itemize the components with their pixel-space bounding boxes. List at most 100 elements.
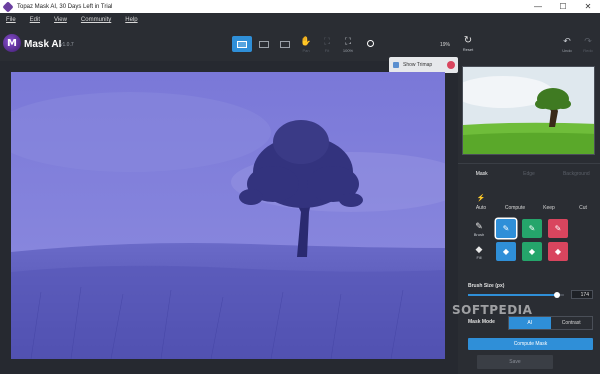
reset-icon: ↻ [463, 35, 473, 46]
right-panel: Mask Edge Background ⚡ Auto Compute Keep… [458, 61, 600, 374]
fill-tool[interactable]: ◆ Fill [468, 244, 490, 260]
hand-icon: ✋ [300, 36, 312, 46]
trimap-label: Show Trimap [403, 62, 433, 68]
app-version: v1.0.7 [60, 42, 74, 48]
mode-cut-label: Cut [579, 205, 587, 211]
redo-button[interactable]: ↷ Redo [580, 35, 596, 57]
undo-icon: ↶ [563, 36, 571, 46]
mask-mode-label: Mask Mode [468, 319, 495, 325]
cut-fill-swatch[interactable]: ◆ [548, 242, 568, 261]
fill-bucket-icon: ◆ [554, 247, 562, 256]
brush-size-fill [468, 294, 558, 296]
fill-row: ◆ Fill ◆ ◆ ◆ [468, 242, 568, 261]
side-by-side-view-button[interactable] [275, 36, 295, 52]
redo-label: Redo [583, 48, 593, 53]
reset-button[interactable]: ↻ Reset [461, 35, 475, 52]
window-title: Topaz Mask AI, 30 Days Left in Trial [17, 3, 113, 10]
keep-fill-swatch[interactable]: ◆ [522, 242, 542, 261]
menu-view[interactable]: View [54, 17, 67, 23]
app-brand: Mask AI [24, 39, 62, 50]
maximize-button[interactable]: ☐ [551, 0, 575, 13]
undo-label: Undo [562, 48, 572, 53]
preview-thumbnail[interactable] [462, 66, 595, 155]
minimize-button[interactable]: — [526, 0, 550, 13]
split-view-icon [259, 40, 269, 48]
side-by-side-icon [280, 40, 290, 48]
reset-label: Reset [462, 47, 474, 52]
auto-icon: ⚡ [476, 195, 486, 202]
brush-icon: ✎ [475, 220, 483, 231]
preview-image [463, 67, 594, 154]
brush-row: ✎ Brush ✎ ✎ ✎ [468, 219, 568, 238]
menu-file[interactable]: File [6, 17, 16, 23]
tab-mask[interactable]: Mask [458, 171, 505, 185]
mode-keep-label: Keep [543, 205, 555, 211]
mask-modes: ⚡ Auto Compute Keep Cut [470, 194, 594, 211]
pan-label: Pan [302, 48, 310, 53]
title-bar: Topaz Mask AI, 30 Days Left in Trial — ☐… [0, 0, 600, 13]
fill-bucket-icon: ◆ [502, 247, 510, 256]
brush-icon: ✎ [554, 224, 562, 233]
mode-auto-label: Auto [475, 205, 487, 211]
split-view-button[interactable] [254, 36, 274, 52]
cut-brush-swatch[interactable]: ✎ [548, 219, 568, 238]
single-view-button[interactable] [232, 36, 252, 52]
masked-image-canvas[interactable] [11, 72, 445, 359]
keep-brush-swatch[interactable]: ✎ [522, 219, 542, 238]
panel-tabs: Mask Edge Background [458, 171, 600, 185]
mask-ai-logo-icon: M [3, 34, 21, 52]
tab-edge[interactable]: Edge [505, 171, 552, 185]
redo-icon: ↷ [584, 36, 592, 46]
mode-cut[interactable]: Cut [572, 194, 594, 211]
tab-background[interactable]: Background [553, 171, 600, 185]
menu-help[interactable]: Help [125, 17, 137, 23]
menu-bar: File Edit View Community Help [0, 13, 600, 27]
panel-divider [458, 163, 600, 164]
fit-icon: ⛶ [323, 36, 331, 46]
mask-mode-toggle: AI Contrast [508, 316, 593, 330]
close-button[interactable]: ✕ [576, 0, 600, 13]
compute-brush-swatch[interactable]: ✎ [496, 219, 516, 238]
menu-edit[interactable]: Edit [30, 17, 40, 23]
mode-compute-label: Compute [504, 205, 526, 211]
brush-icon: ✎ [502, 224, 510, 233]
brush-grid: ✎ Brush ✎ ✎ ✎ ◆ Fill ◆ ◆ ◆ [468, 219, 568, 265]
app-window: Topaz Mask AI, 30 Days Left in Trial — ☐… [0, 0, 600, 374]
fit-label: Fit [324, 48, 330, 53]
zoom-100-tool[interactable]: ⛶ 100% [340, 35, 356, 57]
save-button[interactable]: Save [477, 355, 553, 369]
brush-size-slider[interactable] [468, 292, 564, 298]
mask-mode-ai[interactable]: AI [509, 317, 551, 329]
app-icon [2, 0, 14, 13]
single-view-icon [237, 40, 247, 48]
brush-label: Brush [473, 231, 485, 237]
fill-label: Fill [476, 254, 482, 260]
compute-mask-button[interactable]: Compute Mask [468, 338, 593, 350]
mode-auto[interactable]: ⚡ Auto [470, 194, 492, 211]
mode-compute[interactable]: Compute [504, 194, 526, 211]
brush-size-handle[interactable] [554, 292, 561, 298]
trimap-checkbox[interactable] [393, 62, 399, 68]
tree-landscape-image [11, 72, 445, 359]
undo-button[interactable]: ↶ Undo [559, 35, 575, 57]
menu-community[interactable]: Community [81, 17, 111, 23]
brush-cursor-indicator [367, 40, 374, 47]
toolbar: M Mask AI v1.0.7 ✋ Pan ⛶ Fit ⛶ 100% 19% … [0, 27, 600, 61]
brush-size-input[interactable]: 174 [571, 290, 593, 299]
show-trimap-toggle[interactable]: Show Trimap [389, 57, 458, 73]
fill-bucket-icon: ◆ [475, 243, 483, 254]
fill-bucket-icon: ◆ [528, 247, 536, 256]
zoom-value: 19% [440, 42, 451, 48]
zoom-100-label: 100% [342, 48, 354, 53]
zoom-100-icon: ⛶ [344, 36, 352, 46]
fit-tool[interactable]: ⛶ Fit [319, 35, 335, 57]
brush-size-label: Brush Size (px) [468, 283, 505, 289]
pan-tool[interactable]: ✋ Pan [298, 35, 314, 57]
watermark-text: SOFTPEDIA [452, 303, 533, 317]
compute-fill-swatch[interactable]: ◆ [496, 242, 516, 261]
brush-tool[interactable]: ✎ Brush [468, 221, 490, 237]
mode-keep[interactable]: Keep [538, 194, 560, 211]
mask-mode-contrast[interactable]: Contrast [551, 317, 593, 329]
trimap-close-icon[interactable] [447, 61, 455, 69]
brush-icon: ✎ [528, 224, 536, 233]
